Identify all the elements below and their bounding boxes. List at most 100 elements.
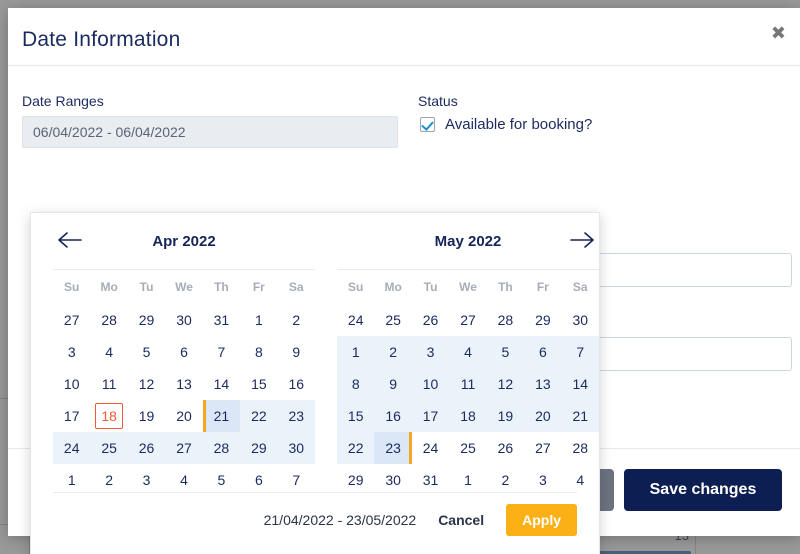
datepicker-day[interactable]: 7 bbox=[203, 336, 240, 368]
arrow-right-icon[interactable] bbox=[567, 229, 597, 253]
page-title: Date Information bbox=[22, 28, 181, 51]
datepicker-day-number: 30 bbox=[572, 312, 589, 328]
datepicker-day[interactable]: 12 bbox=[486, 368, 525, 400]
datepicker-day[interactable]: 30 bbox=[562, 304, 599, 336]
datepicker-day[interactable]: 22 bbox=[337, 432, 375, 464]
datepicker-day[interactable]: 27 bbox=[165, 432, 203, 464]
date-ranges-input[interactable]: 06/04/2022 - 06/04/2022 bbox=[22, 116, 398, 148]
datepicker-day[interactable]: 7 bbox=[561, 336, 599, 368]
datepicker-day[interactable]: 8 bbox=[337, 368, 375, 400]
datepicker-day[interactable]: 17 bbox=[411, 400, 450, 432]
datepicker-day-number: 26 bbox=[138, 440, 155, 456]
datepicker-day[interactable]: 11 bbox=[449, 368, 487, 400]
datepicker-day[interactable]: 17 bbox=[53, 400, 90, 432]
datepicker-day[interactable]: 15 bbox=[240, 368, 277, 400]
datepicker-day[interactable]: 29 bbox=[240, 432, 278, 464]
available-for-booking-checkbox[interactable] bbox=[420, 117, 435, 132]
datepicker-day[interactable]: 26 bbox=[487, 432, 524, 464]
datepicker-day[interactable]: 14 bbox=[561, 368, 599, 400]
datepicker-day-number: 25 bbox=[101, 440, 117, 456]
datepicker-day[interactable]: 25 bbox=[90, 432, 128, 464]
datepicker-day[interactable]: 28 bbox=[487, 304, 524, 336]
datepicker-day[interactable]: 24 bbox=[412, 432, 449, 464]
datepicker-day[interactable]: 27 bbox=[449, 304, 486, 336]
datepicker-day[interactable]: 11 bbox=[90, 368, 127, 400]
datepicker-day[interactable]: 29 bbox=[524, 304, 561, 336]
datepicker-day-number: 16 bbox=[288, 376, 305, 392]
datepicker-day[interactable]: 9 bbox=[374, 368, 412, 400]
datepicker-day[interactable]: 24 bbox=[53, 432, 91, 464]
datepicker-day[interactable]: 28 bbox=[202, 432, 241, 464]
datepicker-day[interactable]: 12 bbox=[128, 368, 165, 400]
datepicker-day[interactable]: 16 bbox=[278, 368, 315, 400]
datepicker-day[interactable]: 28 bbox=[90, 304, 127, 336]
datepicker-day[interactable]: 6 bbox=[524, 336, 562, 368]
datepicker-day-number: 11 bbox=[460, 376, 476, 392]
datepicker-day[interactable]: 18 bbox=[449, 400, 487, 432]
datepicker-day[interactable]: 10 bbox=[411, 368, 450, 400]
datepicker-day[interactable]: 3 bbox=[411, 336, 450, 368]
datepicker-day[interactable]: 24 bbox=[337, 304, 374, 336]
datepicker-day[interactable]: 5 bbox=[486, 336, 525, 368]
datepicker-day[interactable]: 4 bbox=[90, 336, 127, 368]
datepicker-day[interactable]: 8 bbox=[240, 336, 277, 368]
datepicker-day[interactable]: 21 bbox=[561, 400, 599, 432]
datepicker-day[interactable]: 19 bbox=[128, 400, 165, 432]
datepicker-day[interactable]: 21 bbox=[202, 400, 241, 432]
datepicker-day[interactable]: 18 bbox=[90, 400, 127, 432]
apply-button[interactable]: Apply bbox=[506, 503, 577, 536]
datepicker-nav-right: May 2022 bbox=[337, 213, 599, 269]
datepicker-day[interactable]: 3 bbox=[53, 336, 90, 368]
datepicker-day[interactable]: 4 bbox=[449, 336, 487, 368]
datepicker-day-number: 9 bbox=[389, 376, 398, 392]
datepicker-day-number: 22 bbox=[347, 440, 364, 456]
save-changes-button[interactable]: Save changes bbox=[624, 469, 782, 511]
datepicker-day[interactable]: 25 bbox=[449, 432, 486, 464]
datepicker-day[interactable]: 13 bbox=[524, 368, 562, 400]
cancel-button[interactable]: Cancel bbox=[438, 512, 484, 528]
dow-label: Fr bbox=[536, 280, 549, 294]
datepicker-month-may: May 2022 Su Mo Tu We Th Fr Sa 24 25 26 2… bbox=[337, 213, 599, 496]
datepicker-day[interactable]: 26 bbox=[127, 432, 166, 464]
datepicker-day[interactable]: 31 bbox=[203, 304, 240, 336]
datepicker-day[interactable]: 30 bbox=[165, 304, 202, 336]
datepicker-day[interactable]: 27 bbox=[53, 304, 90, 336]
datepicker-month-april: Apr 2022 Su Mo Tu We Th Fr Sa 27 28 29 30 bbox=[53, 213, 315, 496]
datepicker-day[interactable]: 26 bbox=[412, 304, 449, 336]
close-icon[interactable]: ✖ bbox=[771, 24, 786, 42]
datepicker-day[interactable]: 13 bbox=[165, 368, 202, 400]
datepicker-day[interactable]: 10 bbox=[53, 368, 90, 400]
datepicker-day[interactable]: 22 bbox=[240, 400, 278, 432]
datepicker-day[interactable]: 2 bbox=[374, 336, 412, 368]
datepicker-day[interactable]: 1 bbox=[240, 304, 277, 336]
datepicker-day[interactable]: 20 bbox=[165, 400, 202, 432]
datepicker-day[interactable]: 6 bbox=[165, 336, 202, 368]
datepicker-day[interactable]: 2 bbox=[278, 304, 315, 336]
datepicker-day[interactable]: 1 bbox=[337, 336, 375, 368]
datepicker-day[interactable]: 23 bbox=[277, 400, 315, 432]
datepicker-day-number: 26 bbox=[422, 312, 439, 328]
dow-label: Mo bbox=[384, 280, 402, 294]
datepicker-day[interactable]: 16 bbox=[374, 400, 412, 432]
datepicker-day[interactable]: 23 bbox=[374, 432, 412, 464]
datepicker-day[interactable]: 9 bbox=[278, 336, 315, 368]
dow-label: Su bbox=[348, 280, 364, 294]
available-for-booking-row[interactable]: Available for booking? bbox=[420, 116, 592, 133]
datepicker-day[interactable]: 15 bbox=[337, 400, 375, 432]
datepicker-day[interactable]: 28 bbox=[562, 432, 599, 464]
datepicker-day[interactable]: 29 bbox=[128, 304, 165, 336]
datepicker-day[interactable]: 19 bbox=[486, 400, 525, 432]
range-start-marker bbox=[202, 400, 206, 432]
datepicker-day[interactable]: 14 bbox=[203, 368, 240, 400]
datepicker-month-label: Apr 2022 bbox=[152, 232, 216, 250]
datepicker-day[interactable]: 25 bbox=[374, 304, 411, 336]
datepicker-day[interactable]: 5 bbox=[128, 336, 165, 368]
datepicker-day-number: 13 bbox=[176, 376, 192, 392]
datepicker-day-number: 14 bbox=[572, 376, 589, 392]
datepicker-day[interactable]: 30 bbox=[277, 432, 315, 464]
datepicker-day-number: 20 bbox=[176, 408, 192, 424]
datepicker-day[interactable]: 27 bbox=[524, 432, 561, 464]
arrow-left-icon[interactable] bbox=[55, 229, 85, 253]
datepicker-day[interactable]: 20 bbox=[524, 400, 562, 432]
datepicker-day-number: 10 bbox=[422, 376, 439, 392]
